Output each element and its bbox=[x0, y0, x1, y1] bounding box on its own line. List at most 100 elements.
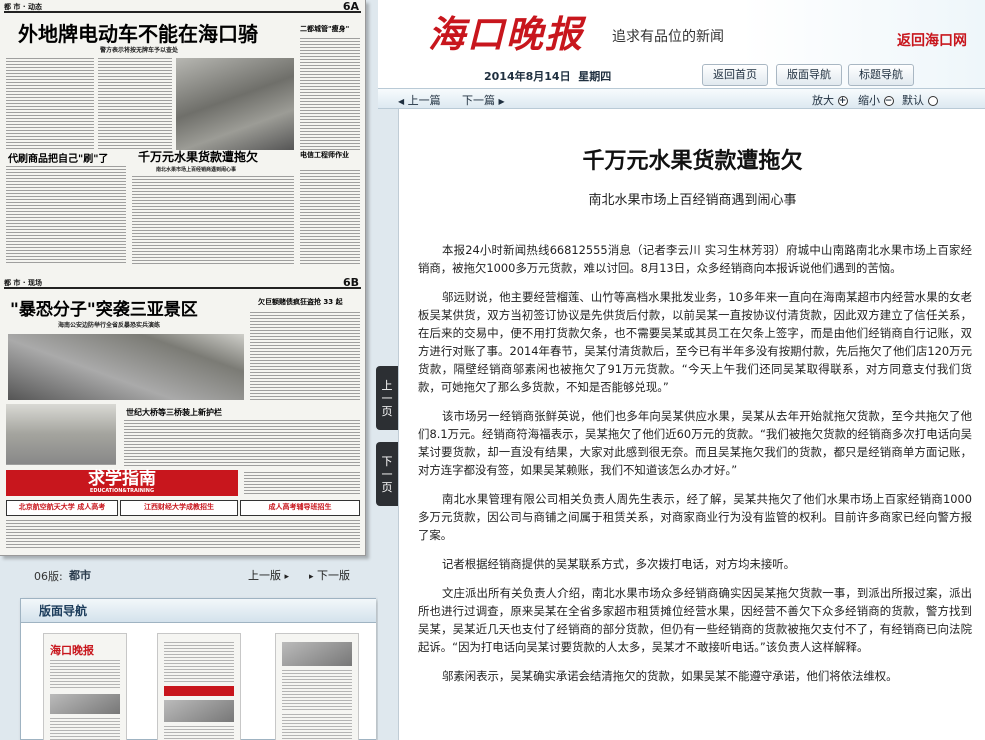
np-ad-strip-2: 江西财经大学成教招生 bbox=[120, 500, 238, 516]
np-photo-ebike bbox=[176, 58, 294, 150]
article-body: 本报24小时新闻热线66812555消息（记者李云川 实习生林芳羽）府城中山南路… bbox=[418, 241, 972, 696]
np-side-headline-2: 电信工程师作业 bbox=[300, 151, 349, 159]
np-ad-strip-1: 北京航空航天大学 成人高考 bbox=[6, 500, 118, 516]
thumb-photo bbox=[282, 642, 352, 666]
np-side-headline-3: 欠巨额赌债疯狂盗抢 33 起 bbox=[258, 298, 343, 306]
article-paragraph: 邬素闲表示，吴某确实承诺会结清拖欠的货款，如果吴某不能遵守承诺，他们将依法维权。 bbox=[441, 669, 898, 683]
thumb-text bbox=[164, 642, 234, 682]
np-subhead-terror: 海南公安边防举行全省反暴恐实兵演练 bbox=[58, 322, 161, 329]
prev-article-label: 上一篇 bbox=[407, 94, 441, 107]
np-headline-bridge: 世纪大桥等三桥装上新护栏 bbox=[126, 407, 222, 417]
home-button[interactable]: 返回首页 bbox=[702, 64, 768, 86]
site-logo: 海口晚报 bbox=[428, 12, 584, 56]
next-article-label: 下一篇 bbox=[462, 94, 495, 107]
np-side-headline-1: 二都城管"瘦身" bbox=[300, 25, 350, 33]
zoom-out-button[interactable]: 缩小 − bbox=[858, 92, 894, 108]
page-code-top: 6A bbox=[342, 0, 359, 13]
page-nav-bar: 06版: 都市 上一版 ▸ ▸ 下一版 bbox=[0, 556, 378, 594]
next-article-link[interactable]: 下一篇 ▶ bbox=[462, 92, 505, 108]
zoom-in-label: 放大 bbox=[812, 94, 834, 107]
np-ad-banner-title: 求学指南 bbox=[88, 469, 156, 489]
chevron-right-icon: ▸ bbox=[284, 572, 290, 582]
prev-page-tab-char: 页 bbox=[381, 404, 393, 418]
np-text-block bbox=[250, 312, 360, 400]
np-headline-fruit: 千万元水果货款遭拖欠 bbox=[138, 150, 259, 164]
np-ad-banner: 求学指南 EDUCATION&TRAINING bbox=[6, 470, 238, 496]
next-page-tab-char: 一 bbox=[381, 467, 393, 481]
np-ad-strip-3: 成人高考辅导班招生 bbox=[240, 500, 360, 516]
article-paragraph: 邬远财说，他主要经营榴莲、山竹等高档水果批发业务，10多年来一直向在海南某超市内… bbox=[418, 290, 972, 394]
zoom-default-label: 默认 bbox=[902, 94, 924, 107]
np-headline-brush: 代刷商品把自己"刷"了 bbox=[8, 154, 109, 165]
np-subhead-fruit: 南北水果市场上百经销商遇到闹心事 bbox=[156, 167, 237, 173]
newspaper-page-image[interactable]: 都 市 · 动态 6A 外地牌电动车不能在海口骑 警方表示将按无牌车予以查处 二… bbox=[0, 0, 366, 556]
article-toolbar: ◀ 上一篇 下一篇 ▶ 放大 + 缩小 − 默认 bbox=[378, 88, 985, 109]
layout-nav-button[interactable]: 版面导航 bbox=[776, 64, 842, 86]
np-photo-drill bbox=[8, 334, 244, 400]
prev-page-tab-char: 一 bbox=[381, 391, 393, 405]
radio-circle-icon bbox=[927, 96, 938, 106]
prev-page-link[interactable]: 上一版 ▸ bbox=[248, 567, 289, 583]
np-ad-banner-sub: EDUCATION&TRAINING bbox=[89, 488, 155, 494]
np-subhead-ebike: 警方表示将按无牌车予以查处 bbox=[100, 47, 179, 54]
np-text-block bbox=[98, 58, 172, 150]
prev-article-link[interactable]: ◀ 上一篇 bbox=[398, 92, 441, 108]
site-slogan: 追求有品位的新闻 bbox=[612, 29, 724, 45]
newspaper-page-panel: 都 市 · 动态 6A 外地牌电动车不能在海口骑 警方表示将按无牌车予以查处 二… bbox=[0, 0, 378, 740]
np-photo-bridge bbox=[6, 404, 116, 464]
next-page-tab[interactable]: 下 一 页 bbox=[376, 442, 398, 506]
issue-weekday: 星期四 bbox=[578, 70, 612, 83]
prev-page-tab-char: 上 bbox=[381, 378, 393, 392]
title-nav-button[interactable]: 标题导航 bbox=[848, 64, 914, 86]
return-site-link[interactable]: 返回海口网 bbox=[897, 30, 967, 50]
np-headline-terror: "暴恐分子"突袭三亚景区 bbox=[10, 300, 198, 320]
thumb-text bbox=[50, 718, 120, 740]
section-bar-6a: 都 市 · 动态 6A bbox=[4, 0, 361, 13]
page-thumbnail[interactable] bbox=[275, 633, 359, 740]
page-thumbnail[interactable]: 海口晚报 bbox=[43, 633, 127, 740]
thumb-text bbox=[282, 714, 352, 740]
zoom-out-label: 缩小 bbox=[858, 94, 880, 107]
article-title: 千万元水果货款遭拖欠 bbox=[582, 148, 803, 174]
chevron-right-icon: ▸ bbox=[309, 572, 314, 582]
thumb-masthead: 海口晚报 bbox=[50, 644, 94, 657]
triangle-left-icon: ◀ bbox=[398, 97, 405, 106]
prev-page-label: 上一版 bbox=[248, 569, 281, 582]
next-page-tab-char: 页 bbox=[381, 480, 393, 494]
np-text-block bbox=[6, 166, 126, 264]
next-page-link[interactable]: ▸ 下一版 bbox=[309, 567, 350, 583]
zoom-in-button[interactable]: 放大 + bbox=[812, 92, 848, 108]
np-text-block bbox=[300, 170, 360, 264]
article-paragraph: 南北水果管理有限公司相关负责人周先生表示，经了解，吴某共拖欠了他们水果市场上百家… bbox=[418, 492, 972, 542]
page-name-label: 都市 bbox=[69, 569, 91, 582]
thumb-ad bbox=[164, 686, 234, 696]
plus-circle-icon: + bbox=[837, 96, 848, 106]
zoom-default-button[interactable]: 默认 bbox=[902, 92, 938, 108]
prev-page-tab[interactable]: 上 一 页 bbox=[376, 366, 398, 430]
article-subtitle: 南北水果市场上百经销商遇到闹心事 bbox=[588, 193, 797, 208]
np-headline-ebike: 外地牌电动车不能在海口骑 bbox=[18, 22, 258, 46]
section-label-bottom: 都 市 · 现场 bbox=[4, 279, 42, 287]
np-text-block bbox=[6, 58, 94, 150]
layout-nav-title: 版面导航 bbox=[21, 599, 376, 623]
article-paragraph: 该市场另一经销商张鲜英说，他们也多年向吴某供应水果，吴某从去年开始就拖欠货款，至… bbox=[418, 409, 972, 477]
issue-date: 2014年8月14日 星期四 bbox=[484, 68, 611, 84]
next-page-tab-char: 下 bbox=[381, 454, 393, 468]
article-content: 千万元水果货款遭拖欠 南北水果市场上百经销商遇到闹心事 本报24小时新闻热线66… bbox=[398, 109, 985, 740]
site-header: 海口晚报 追求有品位的新闻 返回海口网 2014年8月14日 星期四 返回首页 … bbox=[378, 0, 985, 88]
thumb-text bbox=[282, 670, 352, 710]
next-page-label: 下一版 bbox=[317, 569, 351, 582]
np-text-block bbox=[300, 38, 360, 150]
section-label-top: 都 市 · 动态 bbox=[4, 3, 42, 11]
page-code-bottom: 6B bbox=[342, 276, 359, 289]
np-text-block bbox=[244, 472, 360, 496]
article-paragraph: 文庄派出所有关负责人介绍，南北水果市场众多经销商确实因吴某拖欠货款一事，到派出所… bbox=[418, 586, 972, 654]
page-thumbnail[interactable] bbox=[157, 633, 241, 740]
article-paragraph: 记者根据经销商提供的吴某联系方式，多次拨打电话，对方均未接听。 bbox=[441, 557, 796, 571]
np-text-block bbox=[6, 520, 360, 550]
thumb-photo bbox=[50, 694, 120, 714]
minus-circle-icon: − bbox=[883, 96, 894, 106]
np-text-block bbox=[132, 176, 294, 264]
np-text-block bbox=[124, 420, 360, 466]
page-number-label: 06版: bbox=[34, 570, 63, 583]
